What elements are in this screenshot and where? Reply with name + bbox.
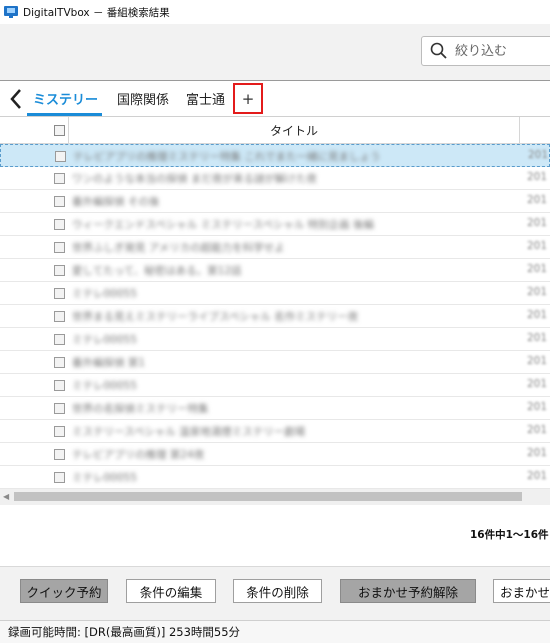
scrollbar-thumb[interactable] xyxy=(14,492,522,501)
table-body: テレビアプリの推理ミステリー特集 これでまた一緒に見ましょう 201 ワンのような本… xyxy=(0,144,550,489)
row-checkbox[interactable] xyxy=(55,151,66,162)
row-title: 世界まる見えミステリーライブスペシャル 名作ミステリー夜 xyxy=(72,311,359,323)
result-count: 16件中1～16件 xyxy=(470,529,549,541)
row-date: 201 xyxy=(527,447,548,459)
search-input[interactable] xyxy=(453,42,547,60)
recording-time-status: 録画可能時間: [DR(最高画質)] 253時間55分 xyxy=(8,625,241,639)
row-date: 201 xyxy=(527,309,548,321)
table-row[interactable]: ミテレ00055 201 xyxy=(0,282,550,305)
row-checkbox[interactable] xyxy=(54,403,65,414)
table-row[interactable]: 番外編探偵 その後 201 xyxy=(0,190,550,213)
window-title: DigitalTVbox － 番組検索結果 xyxy=(23,6,170,19)
add-tab-button[interactable]: + xyxy=(233,83,263,114)
title-bar: DigitalTVbox － 番組検索結果 xyxy=(0,0,550,24)
column-header-title[interactable]: タイトル xyxy=(270,122,318,139)
row-date: 201 xyxy=(527,355,548,367)
table-row[interactable]: ミステリースペシャル 温泉地湯煙ミステリー劇場 201 xyxy=(0,420,550,443)
row-title: 番外編探偵 第1 xyxy=(72,357,146,369)
tab-bar: ミステリー 国際関係 富士通 + xyxy=(0,80,550,117)
table-row[interactable]: 世界の名探偵ミステリー特集 201 xyxy=(0,397,550,420)
row-date: 201 xyxy=(527,217,548,229)
row-date: 201 xyxy=(527,470,548,482)
column-separator xyxy=(68,117,69,143)
row-title: ミテレ00055 xyxy=(72,380,137,392)
row-title: ミテレ00055 xyxy=(72,472,137,484)
row-checkbox[interactable] xyxy=(54,173,65,184)
search-icon xyxy=(430,42,447,59)
row-checkbox[interactable] xyxy=(54,426,65,437)
row-date: 201 xyxy=(527,401,548,413)
row-checkbox[interactable] xyxy=(54,449,65,460)
row-date: 201 xyxy=(528,149,549,161)
row-checkbox[interactable] xyxy=(54,196,65,207)
table-row[interactable]: 愛してたって、秘密はある。第12話 201 xyxy=(0,259,550,282)
status-bar: 録画可能時間: [DR(最高画質)] 253時間55分 xyxy=(0,620,550,643)
row-date: 201 xyxy=(527,194,548,206)
table-row[interactable]: テレビアプリの推理 第24夜 201 xyxy=(0,443,550,466)
table-row[interactable]: テレビアプリの推理ミステリー特集 これでまた一緒に見ましょう 201 xyxy=(0,144,550,167)
table-row[interactable]: ワンのような本当の探偵 まだ夜が来る謎が解けた夜 201 xyxy=(0,167,550,190)
row-title: 番外編探偵 その後 xyxy=(72,196,160,208)
row-checkbox[interactable] xyxy=(54,357,65,368)
active-tab-indicator xyxy=(27,113,102,116)
horizontal-scrollbar[interactable]: ◀ xyxy=(0,489,550,505)
row-checkbox[interactable] xyxy=(54,380,65,391)
row-title: ミテレ00055 xyxy=(72,288,137,300)
back-chevron-icon[interactable] xyxy=(8,87,24,111)
tab-fujitsu[interactable]: 富士通 xyxy=(186,89,225,108)
row-date: 201 xyxy=(527,378,548,390)
row-date: 201 xyxy=(527,171,548,183)
row-checkbox[interactable] xyxy=(54,288,65,299)
auto-cut-button[interactable]: おまかせ xyxy=(493,579,550,603)
row-date: 201 xyxy=(527,332,548,344)
row-title: 世界の名探偵ミステリー特集 xyxy=(72,403,209,415)
table-header: タイトル xyxy=(0,117,550,144)
row-title: ミステリースペシャル 温泉地湯煙ミステリー劇場 xyxy=(72,426,306,438)
row-checkbox[interactable] xyxy=(54,472,65,483)
delete-condition-button[interactable]: 条件の削除 xyxy=(233,579,322,603)
table-row[interactable]: ミテレ00055 201 xyxy=(0,466,550,489)
row-title: ワンのような本当の探偵 まだ夜が来る謎が解けた夜 xyxy=(72,173,317,185)
table-row[interactable]: ミテレ00055 201 xyxy=(0,374,550,397)
row-title: 世界ふしぎ発見 アメリカの超能力を科学せよ xyxy=(72,242,285,254)
app-tv-icon xyxy=(4,6,18,18)
row-title: ウィークエンドスペシャル ミステリースペシャル 特別企画 後編 xyxy=(72,219,375,231)
tab-international[interactable]: 国際関係 xyxy=(117,89,169,108)
row-checkbox[interactable] xyxy=(54,265,65,276)
edit-condition-button[interactable]: 条件の編集 xyxy=(126,579,216,603)
row-title: テレビアプリの推理ミステリー特集 これでまた一緒に見ましょう xyxy=(73,151,381,163)
table-row[interactable]: ミテレ00055 201 xyxy=(0,328,550,351)
row-date: 201 xyxy=(527,240,548,252)
select-all-checkbox[interactable] xyxy=(54,125,65,136)
row-title: ミテレ00055 xyxy=(72,334,137,346)
cancel-auto-reserve-button[interactable]: おまかせ予約解除 xyxy=(340,579,476,603)
row-date: 201 xyxy=(527,263,548,275)
search-box[interactable] xyxy=(421,36,550,66)
table-row[interactable]: 番外編探偵 第1 201 xyxy=(0,351,550,374)
row-checkbox[interactable] xyxy=(54,311,65,322)
row-date: 201 xyxy=(527,424,548,436)
table-row[interactable]: 世界ふしぎ発見 アメリカの超能力を科学せよ 201 xyxy=(0,236,550,259)
tab-mystery[interactable]: ミステリー xyxy=(33,89,98,108)
scroll-left-icon[interactable]: ◀ xyxy=(3,492,9,501)
row-date: 201 xyxy=(527,286,548,298)
program-table: タイトル テレビアプリの推理ミステリー特集 これでまた一緒に見ましょう 201 ワン… xyxy=(0,117,550,489)
quick-reserve-button[interactable]: クイック予約 xyxy=(20,579,108,603)
column-separator xyxy=(519,117,520,143)
table-row[interactable]: ウィークエンドスペシャル ミステリースペシャル 特別企画 後編 201 xyxy=(0,213,550,236)
row-checkbox[interactable] xyxy=(54,334,65,345)
toolbar xyxy=(0,24,550,80)
table-row[interactable]: 世界まる見えミステリーライブスペシャル 名作ミステリー夜 201 xyxy=(0,305,550,328)
row-checkbox[interactable] xyxy=(54,242,65,253)
row-checkbox[interactable] xyxy=(54,219,65,230)
row-title: テレビアプリの推理 第24夜 xyxy=(72,449,205,461)
row-title: 愛してたって、秘密はある。第12話 xyxy=(72,265,242,277)
add-tab-label: + xyxy=(241,89,255,108)
footer-actions: クイック予約 条件の編集 条件の削除 おまかせ予約解除 おまかせ xyxy=(0,566,550,621)
